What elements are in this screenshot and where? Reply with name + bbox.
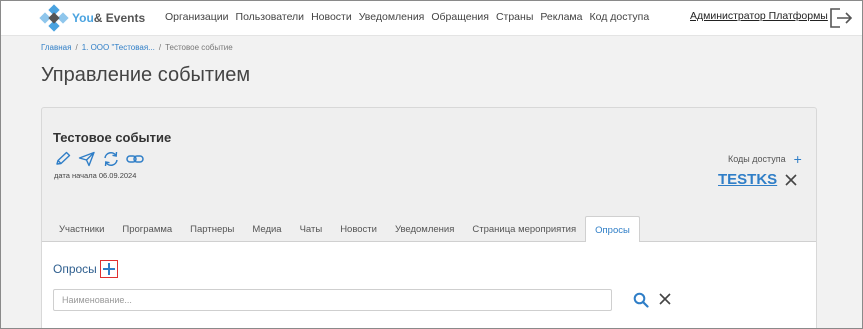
clear-search-icon[interactable] — [658, 292, 672, 306]
add-access-code-button[interactable]: + — [794, 152, 802, 166]
access-code-item: TESTKS — [718, 171, 798, 188]
tab-participants[interactable]: Участники — [42, 216, 113, 242]
event-card: Тестовое событие дата начала 06.09.2024 … — [41, 107, 817, 328]
user-profile-link[interactable]: Администратор Платформы — [690, 10, 828, 22]
access-codes-header: Коды доступа + — [728, 152, 802, 166]
logo-mark-icon — [39, 4, 69, 32]
nav-item-users[interactable]: Пользователи — [236, 11, 305, 23]
nav-item-countries[interactable]: Страны — [496, 11, 533, 23]
poll-search-input[interactable] — [53, 289, 612, 311]
add-poll-button[interactable] — [99, 260, 118, 278]
start-date-value: 06.09.2024 — [98, 171, 137, 180]
close-icon[interactable] — [784, 173, 798, 187]
plus-icon — [102, 263, 115, 275]
brand-logo[interactable]: You& Events — [39, 4, 145, 32]
nav-item-news[interactable]: Новости — [311, 11, 352, 23]
event-title: Тестовое событие — [53, 130, 172, 145]
nav-item-requests[interactable]: Обращения — [431, 11, 489, 23]
breadcrumb: Главная / 1. ООО "Тестовая... / Тестовое… — [41, 43, 233, 52]
tab-polls[interactable]: Опросы — [585, 216, 640, 243]
breadcrumb-home[interactable]: Главная — [41, 43, 71, 52]
brand-name-you: You — [72, 11, 94, 25]
tab-notifications[interactable]: Уведомления — [386, 216, 463, 242]
polls-panel: Опросы — [42, 242, 816, 328]
breadcrumb-organization[interactable]: 1. ООО "Тестовая... — [82, 43, 155, 52]
breadcrumb-separator: / — [158, 43, 162, 52]
logout-icon[interactable] — [828, 6, 854, 30]
start-date-label: дата начала — [54, 171, 97, 180]
brand-name: You& Events — [72, 11, 145, 25]
breadcrumb-separator: / — [75, 43, 78, 52]
polls-header: Опросы — [53, 260, 118, 278]
tab-partners[interactable]: Партнеры — [181, 216, 243, 242]
tab-news[interactable]: Новости — [331, 216, 386, 242]
access-code-link[interactable]: TESTKS — [718, 171, 777, 188]
refresh-icon[interactable] — [102, 151, 120, 167]
top-navbar: You& Events Организации Пользователи Нов… — [1, 1, 862, 36]
access-codes-title: Коды доступа — [728, 154, 786, 164]
event-actions — [54, 151, 144, 167]
event-start-date: дата начала 06.09.2024 — [54, 171, 136, 180]
brand-name-rest: & Events — [93, 11, 146, 25]
nav-item-organizations[interactable]: Организации — [165, 11, 229, 23]
tab-program[interactable]: Программа — [113, 216, 181, 242]
tab-chats[interactable]: Чаты — [291, 216, 332, 242]
tab-media[interactable]: Медиа — [243, 216, 290, 242]
page-title: Управление событием — [41, 64, 251, 86]
search-icon[interactable] — [633, 292, 649, 308]
nav-item-access-code[interactable]: Код доступа — [590, 11, 650, 23]
breadcrumb-current: Тестовое событие — [165, 43, 233, 52]
main-nav: Организации Пользователи Новости Уведомл… — [165, 11, 649, 23]
nav-item-ads[interactable]: Реклама — [540, 11, 582, 23]
app-window: You& Events Организации Пользователи Нов… — [0, 0, 863, 329]
pencil-icon[interactable] — [54, 151, 72, 167]
link-icon[interactable] — [126, 151, 144, 167]
event-tabs: Участники Программа Партнеры Медиа Чаты … — [42, 216, 816, 243]
send-icon[interactable] — [78, 151, 96, 167]
nav-item-notifications[interactable]: Уведомления — [359, 11, 425, 23]
tab-event-page[interactable]: Страница мероприятия — [463, 216, 585, 242]
polls-title: Опросы — [53, 262, 97, 276]
